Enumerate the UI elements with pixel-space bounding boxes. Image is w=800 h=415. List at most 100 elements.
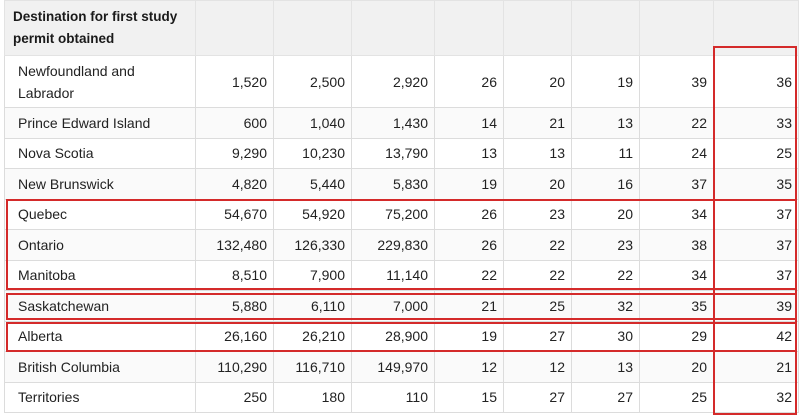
table-row: Saskatchewan 5,880 6,110 7,000 21 25 32 35 39	[4, 290, 799, 322]
value-cell: 32	[571, 290, 640, 322]
value-cell: 2,920	[351, 55, 435, 108]
value-cell: 11	[571, 137, 640, 169]
value-cell: 19	[434, 168, 504, 200]
province-name-cell: New Brunswick	[4, 168, 196, 200]
value-cell: 8,510	[195, 259, 274, 291]
column-header	[571, 0, 640, 56]
value-cell: 1,430	[351, 107, 435, 139]
value-cell: 126,330	[273, 229, 352, 261]
value-cell: 30	[571, 320, 640, 352]
value-cell: 149,970	[351, 351, 435, 383]
value-cell: 13	[503, 137, 572, 169]
province-name-cell: Manitoba	[4, 259, 196, 291]
value-cell: 5,440	[273, 168, 352, 200]
value-cell: 2,500	[273, 55, 352, 108]
column-header	[713, 0, 799, 56]
value-cell: 16	[571, 168, 640, 200]
value-cell: 27	[503, 320, 572, 352]
value-cell: 35	[639, 290, 714, 322]
column-header	[434, 0, 504, 56]
value-cell: 37	[713, 259, 799, 291]
value-cell: 1,040	[273, 107, 352, 139]
value-cell: 22	[434, 259, 504, 291]
value-cell: 9,290	[195, 137, 274, 169]
value-cell: 12	[503, 351, 572, 383]
province-name-cell: Ontario	[4, 229, 196, 261]
value-cell: 21	[434, 290, 504, 322]
value-cell: 13	[434, 137, 504, 169]
value-cell: 13,790	[351, 137, 435, 169]
value-cell: 25	[713, 137, 799, 169]
value-cell: 27	[503, 381, 572, 413]
value-cell: 4,820	[195, 168, 274, 200]
column-header	[273, 0, 352, 56]
value-cell: 10,230	[273, 137, 352, 169]
value-cell: 20	[503, 55, 572, 108]
value-cell: 33	[713, 107, 799, 139]
value-cell: 39	[713, 290, 799, 322]
value-cell: 11,140	[351, 259, 435, 291]
value-cell: 32	[713, 381, 799, 413]
value-cell: 37	[639, 168, 714, 200]
table-row: Territories 250 180 110 15 27 27 25 32	[4, 381, 799, 413]
table-row: New Brunswick 4,820 5,440 5,830 19 20 16 37 35	[4, 168, 799, 200]
value-cell: 54,670	[195, 198, 274, 230]
value-cell: 5,830	[351, 168, 435, 200]
table-row: Nova Scotia 9,290 10,230 13,790 13 13 11 24 25	[4, 137, 799, 169]
value-cell: 180	[273, 381, 352, 413]
value-cell: 36	[713, 55, 799, 108]
permits-table: Destination for first study permit obtai…	[4, 0, 799, 413]
province-name-cell: Alberta	[4, 320, 196, 352]
value-cell: 15	[434, 381, 504, 413]
value-cell: 25	[639, 381, 714, 413]
value-cell: 132,480	[195, 229, 274, 261]
value-cell: 28,900	[351, 320, 435, 352]
value-cell: 29	[639, 320, 714, 352]
value-cell: 7,000	[351, 290, 435, 322]
value-cell: 26	[434, 55, 504, 108]
province-name-cell: Saskatchewan	[4, 290, 196, 322]
value-cell: 6,110	[273, 290, 352, 322]
value-cell: 37	[713, 229, 799, 261]
value-cell: 110,290	[195, 351, 274, 383]
value-cell: 34	[639, 198, 714, 230]
province-name-cell: Prince Edward Island	[4, 107, 196, 139]
header-row: Destination for first study permit obtai…	[4, 0, 799, 56]
value-cell: 21	[503, 107, 572, 139]
value-cell: 600	[195, 107, 274, 139]
value-cell: 7,900	[273, 259, 352, 291]
value-cell: 24	[639, 137, 714, 169]
province-name-cell: Territories	[4, 381, 196, 413]
value-cell: 39	[639, 55, 714, 108]
value-cell: 13	[571, 351, 640, 383]
value-cell: 110	[351, 381, 435, 413]
value-cell: 20	[503, 168, 572, 200]
column-header	[195, 0, 274, 56]
value-cell: 229,830	[351, 229, 435, 261]
value-cell: 116,710	[273, 351, 352, 383]
value-cell: 25	[503, 290, 572, 322]
value-cell: 38	[639, 229, 714, 261]
value-cell: 1,520	[195, 55, 274, 108]
table-row: Newfoundland and Labrador 1,520 2,500 2,920…	[4, 55, 799, 108]
value-cell: 54,920	[273, 198, 352, 230]
value-cell: 26,210	[273, 320, 352, 352]
value-cell: 12	[434, 351, 504, 383]
province-name-cell: Nova Scotia	[4, 137, 196, 169]
value-cell: 250	[195, 381, 274, 413]
value-cell: 23	[503, 198, 572, 230]
value-cell: 27	[571, 381, 640, 413]
value-cell: 19	[571, 55, 640, 108]
value-cell: 22	[571, 259, 640, 291]
value-cell: 20	[639, 351, 714, 383]
value-cell: 75,200	[351, 198, 435, 230]
province-name-cell: Newfoundland and Labrador	[4, 55, 196, 108]
value-cell: 37	[713, 198, 799, 230]
province-name-cell: British Columbia	[4, 351, 196, 383]
value-cell: 26	[434, 198, 504, 230]
destination-column-header: Destination for first study permit obtai…	[4, 0, 196, 56]
value-cell: 20	[571, 198, 640, 230]
table-row: Quebec 54,670 54,920 75,200 26 23 20 34 37	[4, 198, 799, 230]
value-cell: 13	[571, 107, 640, 139]
value-cell: 34	[639, 259, 714, 291]
